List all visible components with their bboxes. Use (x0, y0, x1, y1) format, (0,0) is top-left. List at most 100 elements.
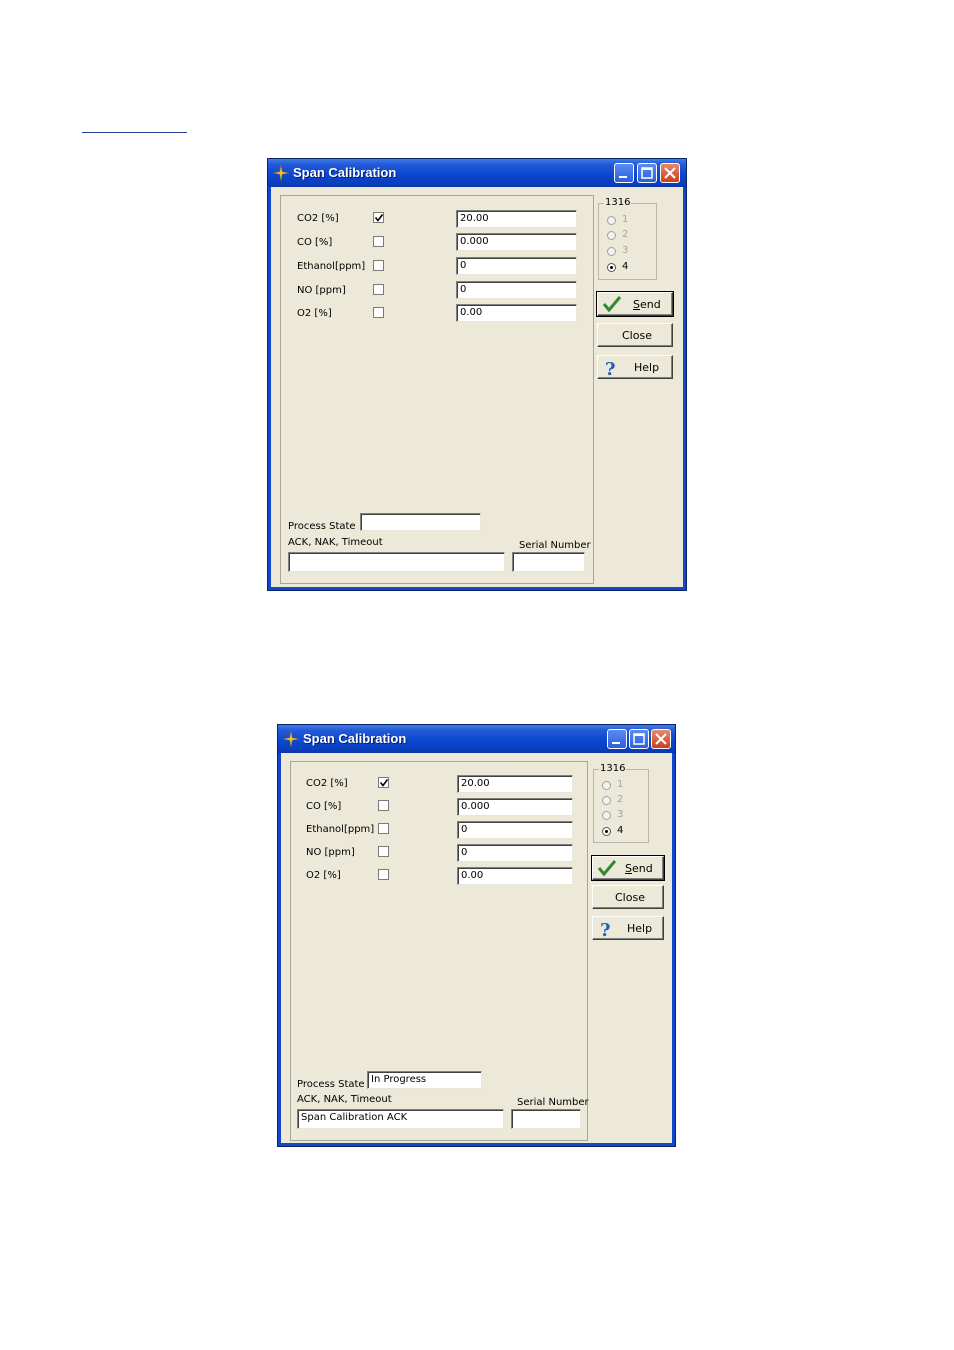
window-title: Span Calibration (303, 731, 407, 746)
ethanol-value-input[interactable]: 0 (457, 821, 573, 839)
close-label: Close (622, 329, 652, 342)
ethanol-checkbox[interactable] (378, 823, 389, 834)
device-group-title: 1316 (604, 197, 632, 208)
send-label: Send (633, 298, 661, 311)
device-radio-2[interactable] (602, 796, 611, 805)
send-button[interactable]: Send (596, 291, 674, 317)
ethanol-checkbox[interactable] (373, 260, 384, 271)
o2-checkbox[interactable] (378, 869, 389, 880)
ack-field: Span Calibration ACK (297, 1109, 504, 1129)
send-label: Send (625, 862, 653, 875)
field-label-co2: CO2 [%] (306, 778, 348, 789)
co-checkbox[interactable] (378, 800, 389, 811)
device-radio-4[interactable] (607, 263, 616, 272)
window-frame-right (672, 753, 675, 1146)
close-button[interactable]: Close (592, 885, 664, 909)
ack-label: ACK, NAK, Timeout (288, 537, 383, 548)
close-window-button[interactable] (660, 163, 680, 183)
o2-value-input[interactable]: 0.00 (456, 304, 577, 322)
maximize-icon (641, 167, 653, 179)
device-radio-1[interactable] (607, 216, 616, 225)
co-value-input[interactable]: 0.000 (457, 798, 573, 816)
span-calibration-window: Span Calibration CO2 [%] CO [%] Ethanol[… (277, 724, 676, 1147)
co-value-input[interactable]: 0.000 (456, 233, 577, 251)
device-radio-4-label: 4 (617, 825, 624, 836)
window-title: Span Calibration (293, 165, 397, 180)
serial-number-label: Serial Number (519, 540, 591, 551)
device-radio-3-label: 3 (622, 245, 629, 256)
field-label-ethanol: Ethanol[ppm] (297, 261, 366, 272)
device-radio-2-label: 2 (617, 794, 624, 805)
device-radio-group: 1316 1 2 3 4 (598, 197, 657, 280)
co-checkbox[interactable] (373, 236, 384, 247)
ethanol-value-input[interactable]: 0 (456, 257, 577, 275)
span-calibration-window: Span Calibration CO2 [%] CO [%] Ethanol[… (267, 158, 687, 591)
no-value-input[interactable]: 0 (457, 844, 573, 862)
field-label-no: NO [ppm] (306, 847, 355, 858)
app-icon (273, 165, 289, 181)
window-frame-right (683, 187, 686, 590)
device-radio-group: 1316 1 2 3 4 (593, 763, 649, 843)
co2-value-input[interactable]: 20.00 (456, 210, 577, 228)
co2-value-input[interactable]: 20.00 (457, 775, 573, 793)
no-checkbox[interactable] (373, 284, 384, 295)
co2-checkbox[interactable] (378, 777, 389, 788)
svg-text:?: ? (600, 920, 611, 939)
app-icon (283, 731, 299, 747)
no-checkbox[interactable] (378, 846, 389, 857)
minimize-icon (612, 742, 620, 744)
help-icon: ? (605, 359, 616, 378)
svg-text:?: ? (605, 359, 616, 378)
device-radio-1-label: 1 (622, 214, 629, 225)
co2-checkbox[interactable] (373, 212, 384, 223)
o2-value-input[interactable]: 0.00 (457, 867, 573, 885)
checkmark-icon (374, 214, 384, 222)
maximize-icon (633, 733, 645, 745)
device-radio-1-label: 1 (617, 779, 624, 790)
device-radio-1[interactable] (602, 781, 611, 790)
minimize-button[interactable] (607, 729, 627, 749)
field-label-co2: CO2 [%] (297, 213, 339, 224)
device-radio-2[interactable] (607, 231, 616, 240)
help-label: Help (634, 361, 660, 374)
no-value-input[interactable]: 0 (456, 281, 577, 299)
field-label-no: NO [ppm] (297, 285, 346, 296)
close-label: Close (615, 891, 645, 904)
field-label-co: CO [%] (306, 801, 342, 812)
field-label-o2: O2 [%] (306, 870, 341, 881)
process-state-field: In Progress (367, 1071, 482, 1089)
serial-number-field (512, 552, 585, 572)
field-label-ethanol: Ethanol[ppm] (306, 824, 375, 835)
process-state-label: Process State (288, 521, 356, 532)
device-radio-4[interactable] (602, 827, 611, 836)
maximize-button[interactable] (629, 729, 649, 749)
window-frame-bottom (278, 1143, 675, 1146)
window-frame-left (278, 753, 281, 1146)
window-frame-bottom (268, 587, 686, 590)
device-radio-3-label: 3 (617, 809, 624, 820)
device-radio-2-label: 2 (622, 229, 629, 240)
o2-checkbox[interactable] (373, 307, 384, 318)
help-button[interactable]: ? Help (592, 916, 664, 940)
help-icon: ? (600, 920, 611, 939)
checkmark-icon (602, 296, 622, 313)
window-frame-left (268, 187, 271, 590)
close-icon (655, 733, 667, 745)
device-group-title: 1316 (599, 763, 627, 774)
checkmark-icon (379, 779, 389, 787)
help-button[interactable]: ? Help (597, 355, 673, 379)
serial-number-field (511, 1109, 581, 1129)
ack-label: ACK, NAK, Timeout (297, 1094, 392, 1105)
close-window-button[interactable] (651, 729, 671, 749)
minimize-icon (619, 176, 627, 178)
help-label: Help (627, 922, 653, 935)
maximize-button[interactable] (637, 163, 657, 183)
link-underline (82, 132, 187, 133)
field-label-o2: O2 [%] (297, 308, 332, 319)
device-radio-3[interactable] (607, 247, 616, 256)
minimize-button[interactable] (614, 163, 634, 183)
close-button[interactable]: Close (597, 323, 673, 347)
device-radio-3[interactable] (602, 811, 611, 820)
send-button[interactable]: Send (591, 855, 665, 881)
serial-number-label: Serial Number (517, 1097, 589, 1108)
